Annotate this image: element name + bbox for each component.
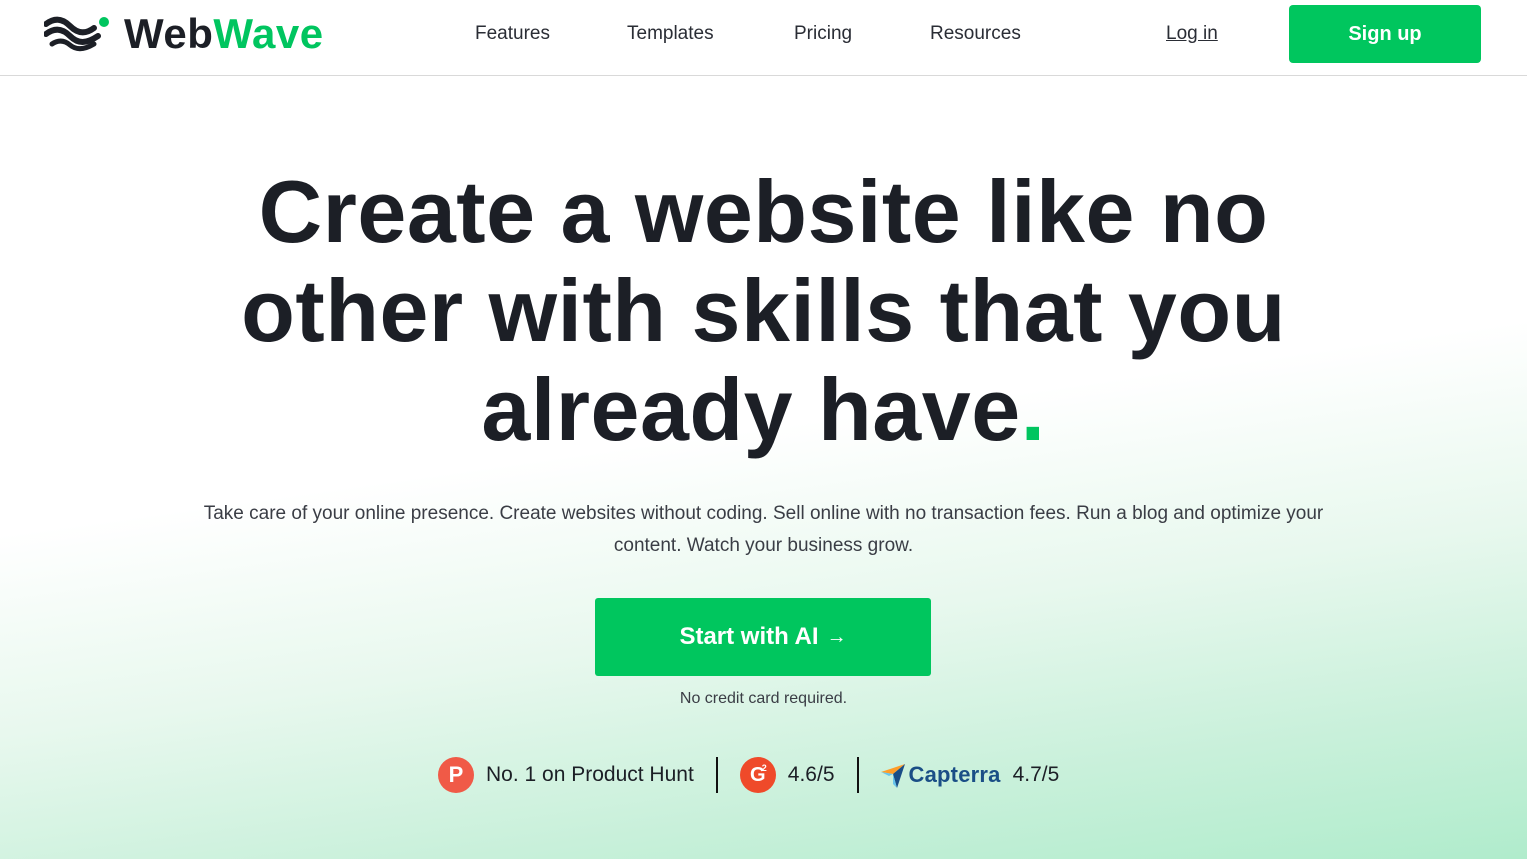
capterra-name: Capterra (908, 762, 1001, 787)
hero-title-line-1: Create a website like no (258, 162, 1269, 261)
signup-button[interactable]: Sign up (1289, 5, 1481, 63)
capterra-icon (880, 764, 905, 788)
g2-sup: 2 (761, 763, 767, 773)
brand-name-wave: Wave (213, 10, 324, 57)
brand-name-web: Web (124, 10, 214, 57)
login-link[interactable]: Log in (1166, 22, 1218, 46)
hero-title: Create a website like no other with skil… (0, 162, 1527, 459)
start-with-ai-button[interactable]: Start with AI → (595, 598, 931, 676)
arrow-right-icon: → (826, 625, 847, 648)
cta-label: Start with AI (679, 623, 819, 650)
product-hunt-rating: No. 1 on Product Hunt (486, 763, 694, 786)
g2-rating: 4.6/5 (787, 763, 835, 786)
brand-name: WebWave (124, 10, 324, 58)
wave-logo-icon (44, 16, 109, 52)
hero-title-line-2: other with skills that you (241, 261, 1286, 360)
nav-features[interactable]: Features (475, 22, 550, 46)
brand-logo[interactable]: WebWave (44, 10, 324, 58)
capterra-logo: Capterra (880, 762, 1001, 788)
no-credit-card-note: No credit card required. (679, 690, 848, 707)
nav-resources[interactable]: Resources (930, 22, 1021, 46)
hero-title-line-3: already have (481, 360, 1021, 459)
hero-title-dot: . (1020, 360, 1046, 459)
divider (856, 757, 859, 793)
hero-subtitle: Take care of your online presence. Creat… (203, 503, 1324, 556)
nav-pricing[interactable]: Pricing (794, 22, 852, 46)
top-navbar: WebWave Features Templates Pricing Resou… (0, 0, 1527, 76)
divider (715, 757, 718, 793)
ratings-bar: P No. 1 on Product Hunt G2 4.6/5 Capterr… (438, 756, 1059, 794)
capterra-rating: 4.7/5 (1012, 763, 1060, 786)
g2-icon: G2 (739, 757, 776, 793)
product-hunt-icon: P (438, 757, 474, 793)
nav-templates[interactable]: Templates (627, 22, 714, 46)
